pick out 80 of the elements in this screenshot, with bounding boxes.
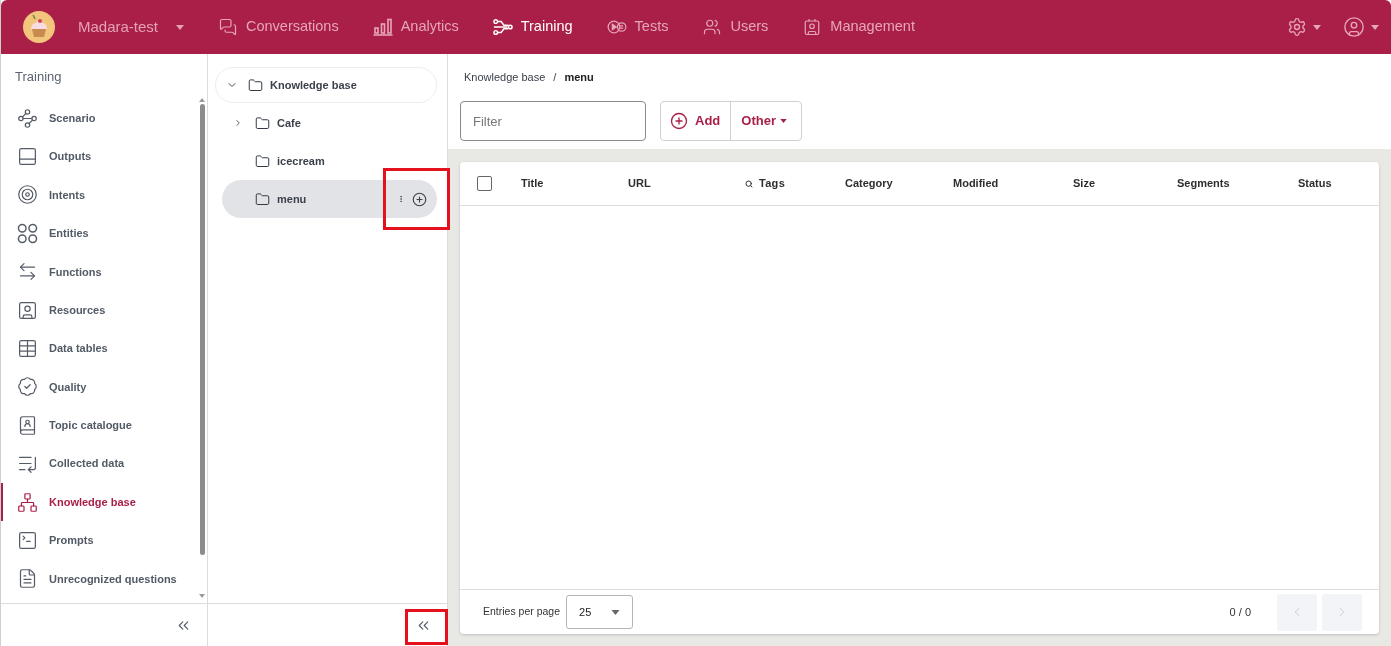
chat-bubbles-icon — [218, 18, 238, 36]
contact-book-icon — [17, 414, 38, 436]
sidebar-item[interactable]: Quality — [1, 367, 197, 407]
folder-icon — [255, 191, 270, 207]
bar-chart-icon — [372, 18, 393, 36]
sidebar-item[interactable]: Unrecognized questions — [1, 559, 197, 599]
network-icon — [17, 491, 38, 513]
sidebar-title: Training — [15, 67, 62, 86]
column-header[interactable]: Title — [521, 175, 544, 192]
sidebar-item[interactable]: Functions — [1, 252, 197, 291]
sidebar-item[interactable]: Scenario — [1, 99, 197, 138]
sidebar-item[interactable]: Collected data — [1, 444, 197, 483]
filter-input[interactable]: Filter — [460, 101, 646, 141]
column-header[interactable]: Category — [845, 175, 893, 192]
column-header[interactable]: Segments — [1177, 175, 1230, 192]
column-header[interactable]: Modified — [953, 175, 999, 192]
add-child-button[interactable] — [411, 191, 427, 207]
circles-grid-icon — [17, 222, 38, 244]
sidebar-item[interactable]: Prompts — [1, 521, 197, 560]
folder-icon — [255, 153, 270, 169]
sidebar-item[interactable]: Entities — [1, 214, 197, 253]
page-info: 0 / 0 — [1229, 604, 1251, 620]
select-all-checkbox[interactable] — [477, 176, 492, 191]
folder-icon — [255, 115, 270, 131]
breadcrumb-current: menu — [564, 69, 594, 85]
nav-tab[interactable]: Users — [702, 11, 769, 43]
terminal-icon — [17, 530, 38, 551]
sidebar-item[interactable]: Knowledge base — [1, 482, 197, 522]
logo-icon — [23, 11, 55, 43]
settings-menu-button[interactable] — [1287, 17, 1321, 37]
circuit-icon — [492, 18, 513, 36]
sidebar-item[interactable]: Topic catalogue — [1, 406, 197, 445]
settings-icon — [1287, 17, 1307, 37]
add-button[interactable]: Add — [661, 102, 731, 140]
badge-check-icon — [17, 376, 38, 398]
user-menu-button[interactable] — [1343, 16, 1379, 38]
breadcrumb-separator: / — [553, 69, 557, 85]
add-circle-icon — [670, 112, 688, 130]
document-icon — [17, 568, 38, 590]
nav-tab[interactable]: Analytics — [372, 11, 459, 43]
users-icon — [702, 18, 723, 36]
caret-icon — [1371, 24, 1379, 30]
column-header[interactable]: URL — [628, 175, 651, 192]
caret-icon — [611, 609, 621, 615]
user-avatar-icon — [1343, 16, 1365, 38]
tree-item[interactable]: Cafe — [222, 104, 437, 142]
scrollbar-thumb[interactable] — [200, 104, 205, 555]
tree-item[interactable]: menu — [222, 180, 437, 218]
caret-icon — [176, 24, 184, 30]
nav-tab[interactable]: Tests — [606, 11, 669, 43]
chevron-right-icon[interactable] — [233, 117, 243, 129]
add-circle-icon — [411, 191, 427, 207]
sidebar-item[interactable]: Resources — [1, 290, 197, 330]
target-icon — [17, 184, 38, 206]
sidebar-item[interactable]: Intents — [1, 175, 197, 215]
column-header[interactable]: Status — [1298, 175, 1332, 192]
sidebar-item[interactable]: Data tables — [1, 329, 197, 368]
folder-icon — [248, 77, 263, 93]
entries-per-page-label: Entries per page — [483, 604, 561, 620]
panel-icon — [17, 146, 38, 168]
caret-icon — [1313, 24, 1321, 30]
play-circle-icon — [606, 18, 627, 36]
scroll-up-icon — [199, 98, 205, 102]
scroll-down-icon — [199, 594, 205, 598]
search-icon[interactable] — [745, 179, 753, 188]
page-size-select[interactable]: 25 — [566, 595, 634, 629]
column-header[interactable]: Size — [1073, 175, 1095, 192]
nav-tab[interactable]: Training — [492, 11, 573, 43]
breadcrumb-link[interactable]: Knowledge base — [464, 68, 546, 86]
other-dropdown[interactable]: Other — [731, 102, 801, 140]
table-icon — [17, 338, 38, 360]
column-header[interactable]: Tags — [759, 175, 786, 192]
sidebar-item[interactable]: Outputs — [1, 137, 197, 176]
tree-item[interactable]: icecream — [222, 142, 437, 180]
caret-icon — [779, 119, 787, 123]
nav-tab[interactable]: Conversations — [218, 11, 339, 43]
nodes-icon — [17, 107, 38, 129]
portrait-icon — [17, 299, 38, 321]
arrows-icon — [17, 261, 38, 283]
nav-tab[interactable]: Management — [802, 11, 915, 43]
